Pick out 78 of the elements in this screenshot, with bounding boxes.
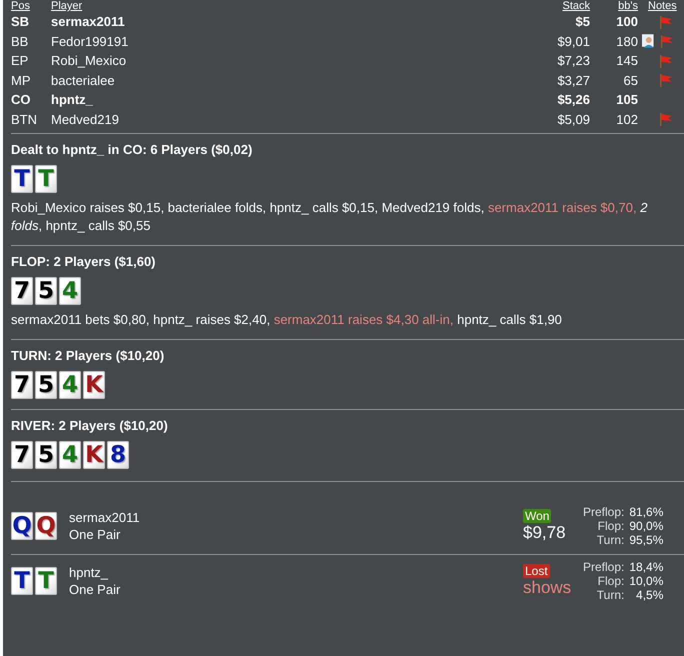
playing-card: T — [11, 567, 33, 595]
playing-card: 4 — [59, 441, 81, 469]
position-cell-text: CO — [11, 92, 32, 108]
flag-icon[interactable] — [658, 14, 672, 29]
player-name: Robi_Mexico — [51, 53, 128, 68]
equity-value: 90,0% — [629, 519, 664, 533]
bb-cell-text: 65 — [622, 72, 638, 88]
playing-card: T — [35, 567, 57, 595]
flag-icon[interactable] — [658, 54, 672, 68]
playing-card: Q — [35, 512, 57, 540]
column-header[interactable]: Player — [51, 0, 511, 12]
position-cell-text: SB — [11, 14, 30, 30]
column-header[interactable]: Stack — [511, 0, 590, 12]
playing-card: 5 — [35, 371, 57, 399]
column-header[interactable]: bb's — [590, 0, 638, 12]
equity-label: Preflop: — [583, 505, 624, 519]
column-header[interactable]: Pos — [11, 0, 51, 12]
street-title: TURN: 2 Players ($10,20) — [11, 348, 166, 363]
playing-card: 4 — [59, 371, 81, 399]
stack-cell-text: $5,26 — [556, 92, 590, 108]
street-title: Dealt to hpntz_ in CO: 6 Players ($0,02) — [11, 142, 254, 157]
position-cell-text: BB — [11, 34, 30, 49]
playing-card: K — [83, 371, 105, 399]
result-badge: Won — [523, 509, 552, 523]
playing-card: 5 — [35, 441, 57, 469]
flag-icon[interactable] — [658, 112, 672, 126]
equity-label: Preflop: — [583, 560, 624, 574]
equity-value: 81,6% — [629, 505, 664, 519]
result-badge: Lost — [523, 564, 550, 578]
bb-cell-text: 102 — [615, 112, 638, 127]
bb-cell-text: 180 — [615, 34, 638, 49]
equity-label: Flop: — [596, 519, 624, 533]
player-name: sermax2011 — [69, 510, 141, 525]
player-name: bacterialee — [51, 72, 116, 88]
playing-card: T — [11, 165, 33, 193]
playing-card: K — [83, 441, 105, 469]
hand-rank: One Pair — [69, 582, 122, 597]
position-cell-text: BTN — [11, 112, 38, 127]
stack-cell-text: $3,27 — [556, 72, 590, 88]
flag-icon[interactable] — [658, 73, 672, 88]
player-name: sermax2011 — [51, 14, 126, 30]
player-name: Medved219 — [51, 112, 120, 127]
action-line: sermax2011 bets $0,80, hpntz_ raises $2,40, sermax2011 raises $4,30 all-in, hpntz_ calls $1,90 — [11, 311, 563, 329]
player-name: hpntz_ — [51, 92, 94, 108]
hand-rank: One Pair — [69, 527, 122, 542]
player-name: Fedor199191 — [51, 34, 130, 49]
playing-card: 5 — [35, 277, 57, 305]
result-amount: $9,78 — [523, 523, 566, 543]
stack-cell-text: $7,23 — [556, 53, 590, 68]
playing-card: Q — [11, 512, 33, 540]
stack-cell-text: $9,01 — [556, 34, 590, 49]
position-cell-text: MP — [11, 72, 32, 88]
playing-card: 7 — [11, 441, 33, 469]
stack-cell-text: $5,09 — [556, 112, 590, 127]
playing-card: 7 — [11, 371, 33, 399]
bb-cell-text: 105 — [615, 92, 638, 108]
playing-card: 8 — [107, 441, 129, 469]
equity-value: 4,5% — [635, 588, 664, 602]
street-title: FLOP: 2 Players ($1,60) — [11, 254, 157, 269]
action-line: Robi_Mexico raises $0,15, bacterialee folds, hpntz_ calls $0,15, Medved219 folds, sermax2011 raises $0,70, 2 folds, hpntz_ calls $0,55 — [11, 199, 648, 235]
result-amount: shows — [523, 578, 572, 598]
position-cell-text: EP — [11, 53, 30, 68]
playing-card: T — [35, 165, 57, 193]
playing-card: 4 — [59, 277, 81, 305]
equity-label: Turn: — [596, 533, 624, 547]
bb-cell-text: 100 — [615, 14, 638, 30]
equity-value: 18,4% — [629, 560, 664, 574]
equity-value: 10,0% — [629, 574, 664, 588]
street-title: RIVER: 2 Players ($10,20) — [11, 418, 169, 433]
column-header[interactable]: Notes — [648, 0, 677, 12]
equity-value: 95,5% — [629, 533, 664, 547]
person-icon[interactable] — [642, 34, 656, 48]
player-name: hpntz_ — [69, 565, 110, 580]
playing-card: 7 — [11, 277, 33, 305]
equity-label: Flop: — [596, 574, 624, 588]
bb-cell-text: 145 — [615, 53, 638, 68]
stack-cell-text: $5 — [574, 14, 590, 30]
equity-label: Turn: — [596, 588, 624, 602]
